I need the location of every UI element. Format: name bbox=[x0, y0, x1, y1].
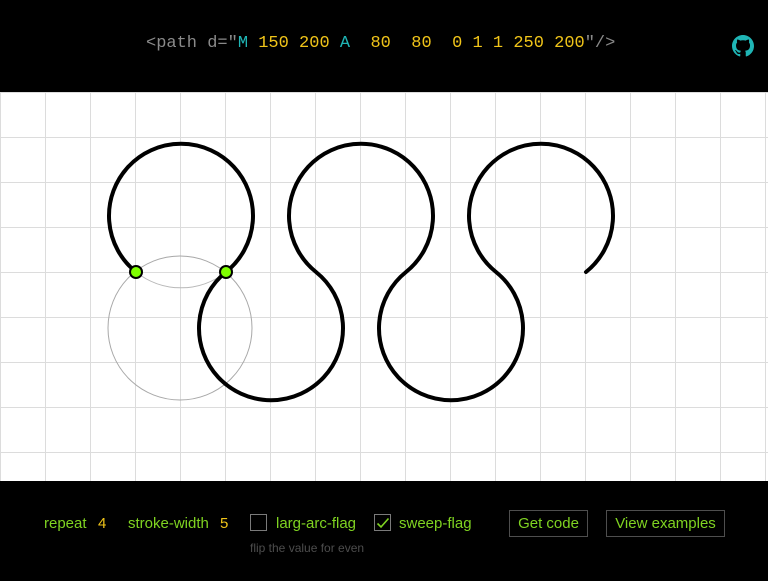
stroke-width-value[interactable]: 5 bbox=[220, 515, 228, 533]
end-point-handle[interactable] bbox=[219, 265, 233, 279]
controls-bar: repeat 4 stroke-width 5 larg-arc-flag sw… bbox=[0, 481, 768, 581]
repeat-value[interactable]: 4 bbox=[98, 515, 106, 533]
code-move-y: 200 bbox=[299, 34, 330, 53]
github-icon[interactable] bbox=[732, 35, 754, 57]
code-arc-command: A bbox=[339, 34, 351, 53]
path-code-display: <path d="M 150 200 A 80 80 0 1 1 250 200… bbox=[146, 33, 615, 55]
code-rx: 80 bbox=[370, 34, 391, 53]
code-end-x: 250 bbox=[513, 34, 544, 53]
code-ry: 80 bbox=[411, 34, 432, 53]
code-move-command: M bbox=[237, 34, 249, 53]
code-large-arc: 1 bbox=[472, 34, 483, 53]
code-end-y: 200 bbox=[554, 34, 585, 53]
view-examples-button[interactable]: View examples bbox=[606, 510, 725, 537]
code-sweep: 1 bbox=[492, 34, 504, 53]
drawing-canvas[interactable] bbox=[0, 92, 768, 481]
checkmark-icon bbox=[376, 517, 390, 529]
code-open-tag: <path d=" bbox=[146, 34, 238, 53]
get-code-button[interactable]: Get code bbox=[509, 510, 588, 537]
start-point-handle[interactable] bbox=[129, 265, 143, 279]
header-bar: <path d="M 150 200 A 80 80 0 1 1 250 200… bbox=[0, 0, 768, 92]
large-arc-checkbox[interactable] bbox=[250, 514, 267, 531]
sweep-checkbox[interactable] bbox=[374, 514, 391, 531]
sweep-label[interactable]: sweep-flag bbox=[399, 515, 472, 533]
stroke-width-label: stroke-width bbox=[128, 515, 209, 532]
canvas-svg bbox=[0, 92, 768, 481]
flip-hint: flip the value for even bbox=[250, 541, 365, 555]
repeat-label: repeat bbox=[44, 515, 87, 532]
grid bbox=[0, 92, 768, 481]
code-rotation: 0 bbox=[452, 34, 463, 53]
code-close-tag: "/> bbox=[584, 34, 616, 53]
code-move-x: 150 bbox=[258, 34, 289, 53]
large-arc-label[interactable]: larg-arc-flag bbox=[276, 515, 356, 533]
